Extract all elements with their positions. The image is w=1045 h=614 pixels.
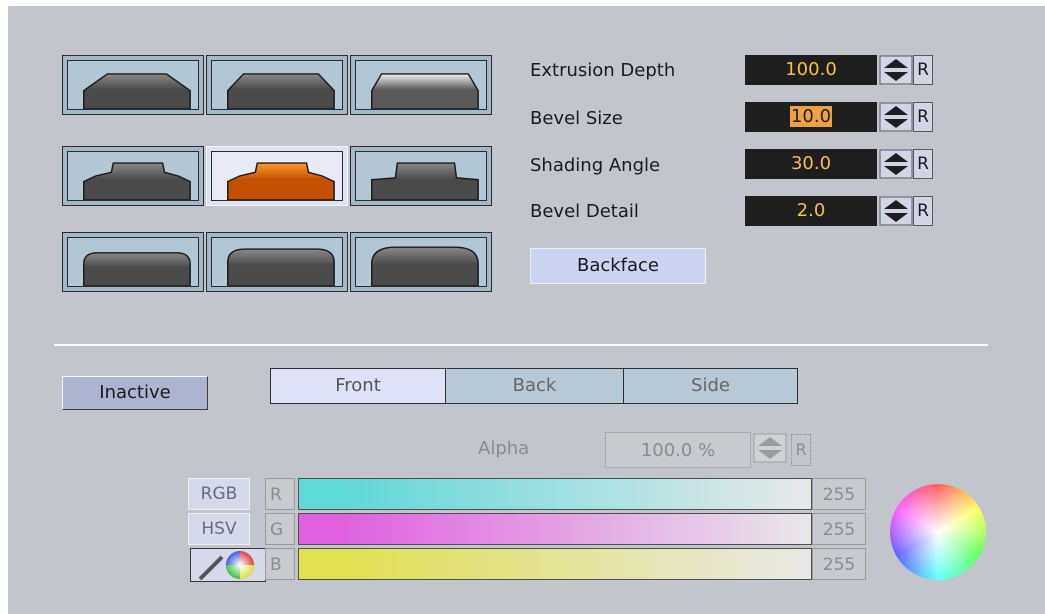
tab-front[interactable]: Front xyxy=(270,368,446,404)
spinner-arrows-icon xyxy=(879,55,913,85)
channel-g-slider[interactable] xyxy=(298,513,812,545)
channel-r-slider[interactable] xyxy=(298,478,812,510)
channel-g-label: G xyxy=(265,513,295,545)
bevel-size-selected-text: 10.0 xyxy=(789,106,833,127)
alpha-field[interactable]: 100.0 % xyxy=(605,432,751,468)
bevel-size-label: Bevel Size xyxy=(530,108,623,129)
bevel-size-reset-button[interactable]: R xyxy=(913,102,933,132)
spinner-arrows-icon xyxy=(879,196,913,226)
bevel-preset-round-2[interactable] xyxy=(206,232,348,292)
bevel-preset-frame xyxy=(211,237,343,287)
bevel-profile-icon xyxy=(371,73,479,109)
bevel-detail-spinner[interactable] xyxy=(879,196,913,226)
bevel-preset-frame xyxy=(67,60,199,110)
bevel-preset-step-orange[interactable] xyxy=(206,146,348,206)
extrusion-depth-spinner[interactable] xyxy=(879,55,913,85)
section-divider xyxy=(54,344,988,346)
alpha-reset-button[interactable]: R xyxy=(791,434,811,466)
color-picker-icon xyxy=(198,551,254,581)
hsv-mode-button[interactable]: HSV xyxy=(188,513,250,545)
bevel-profile-icon xyxy=(83,162,191,200)
bevel-preset-chamfer-light[interactable] xyxy=(350,55,492,115)
bevel-detail-reset-button[interactable]: R xyxy=(913,196,933,226)
channel-b-slider[interactable] xyxy=(298,548,812,580)
bevel-detail-label: Bevel Detail xyxy=(530,201,639,222)
tab-side[interactable]: Side xyxy=(624,368,798,404)
bevel-preset-frame xyxy=(211,151,343,201)
bevel-detail-field[interactable]: 2.0 xyxy=(745,196,877,226)
bevel-preset-frame xyxy=(355,151,487,201)
inactive-button[interactable]: Inactive xyxy=(62,376,208,410)
extrusion-depth-field[interactable]: 100.0 xyxy=(745,55,877,85)
channel-r-label: R xyxy=(265,478,295,510)
rgb-mode-button[interactable]: RGB xyxy=(188,478,250,510)
spinner-arrows-icon xyxy=(879,149,913,179)
extrusion-depth-label: Extrusion Depth xyxy=(530,60,676,81)
color-picker-button[interactable] xyxy=(190,548,266,582)
alpha-spinner[interactable] xyxy=(753,433,787,463)
shading-angle-field[interactable]: 30.0 xyxy=(745,149,877,179)
bevel-profile-icon xyxy=(83,252,191,286)
channel-r-value[interactable]: 255 xyxy=(812,478,866,510)
color-wheel[interactable] xyxy=(890,484,986,580)
tab-back[interactable]: Back xyxy=(446,368,624,404)
shading-angle-spinner[interactable] xyxy=(879,149,913,179)
bevel-preset-round-3[interactable] xyxy=(350,232,492,292)
bevel-size-spinner[interactable] xyxy=(879,102,913,132)
bevel-profile-icon xyxy=(227,162,335,200)
bevel-preset-frame xyxy=(355,60,487,110)
bevel-profile-icon xyxy=(83,73,191,109)
bevel-preset-chamfer-2[interactable] xyxy=(206,55,348,115)
spinner-arrows-icon xyxy=(753,433,787,463)
bevel-size-field[interactable]: 10.0 xyxy=(745,102,877,132)
bevel-profile-icon xyxy=(227,73,335,109)
shading-angle-reset-button[interactable]: R xyxy=(913,149,933,179)
bevel-profile-icon xyxy=(227,248,335,286)
bevel-profile-icon xyxy=(371,162,479,200)
bevel-preset-frame xyxy=(67,151,199,201)
bevel-preset-step-2[interactable] xyxy=(350,146,492,206)
bevel-preset-frame xyxy=(67,237,199,287)
bevel-preset-chamfer-1[interactable] xyxy=(62,55,204,115)
bevel-profile-icon xyxy=(371,246,479,286)
channel-b-label: B xyxy=(265,548,295,580)
bevel-preset-frame xyxy=(211,60,343,110)
spinner-arrows-icon xyxy=(879,102,913,132)
channel-g-value[interactable]: 255 xyxy=(812,513,866,545)
extrusion-depth-reset-button[interactable]: R xyxy=(913,55,933,85)
alpha-label: Alpha xyxy=(478,438,530,459)
backface-button[interactable]: Backface xyxy=(530,248,706,284)
bevel-preset-step-1[interactable] xyxy=(62,146,204,206)
channel-b-value[interactable]: 255 xyxy=(812,548,866,580)
bevel-preset-frame xyxy=(355,237,487,287)
bevel-preset-round-1[interactable] xyxy=(62,232,204,292)
shading-angle-label: Shading Angle xyxy=(530,155,661,176)
